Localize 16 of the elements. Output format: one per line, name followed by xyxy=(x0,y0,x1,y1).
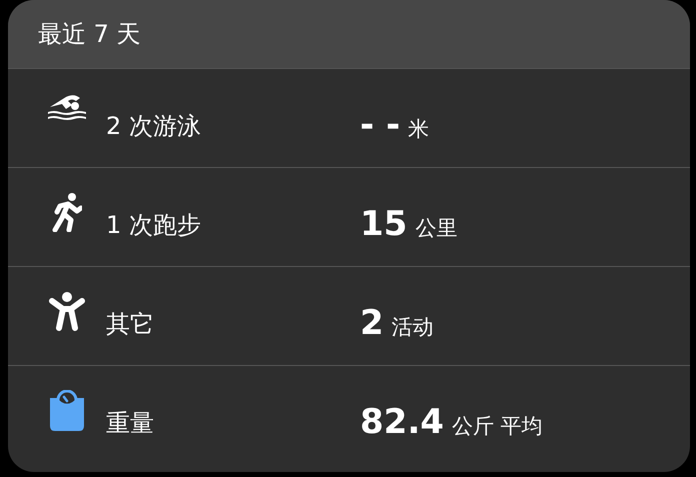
activity-label: 其它 xyxy=(106,309,155,340)
unit-label: 活动 xyxy=(392,314,434,341)
unit-label: 公里 xyxy=(415,215,458,242)
card-title: 最近 7 天 xyxy=(38,19,141,50)
runner-icon xyxy=(52,192,82,232)
swimmer-icon xyxy=(46,93,88,121)
unit-label: 公斤 平均 xyxy=(452,413,543,440)
unit-label: 米 xyxy=(408,116,430,143)
stat-value: 2 xyxy=(360,303,384,343)
person-icon xyxy=(49,291,85,331)
activity-label: 1 次跑步 xyxy=(106,210,202,241)
stat-value: 15 xyxy=(360,204,408,244)
stat-value: - - xyxy=(360,105,400,145)
activity-label: 2 次游泳 xyxy=(106,111,202,142)
activity-label: 重量 xyxy=(106,408,155,439)
stat-value: 82.4 xyxy=(360,402,444,442)
